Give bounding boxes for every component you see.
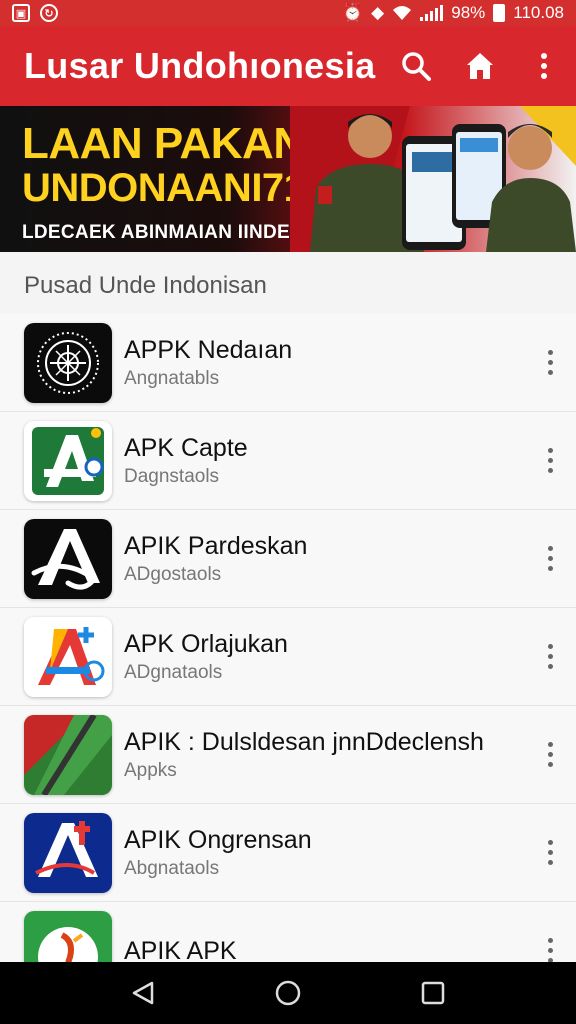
item-menu-button[interactable]	[538, 441, 562, 481]
black-a-icon	[24, 518, 112, 599]
system-nav-bar	[0, 962, 576, 1024]
search-button[interactable]	[384, 34, 448, 98]
battery-icon	[493, 4, 506, 22]
app-name: APIK Pardeskan	[124, 531, 308, 560]
item-menu-button[interactable]	[538, 539, 562, 579]
home-circle-icon	[275, 980, 301, 1006]
seal-icon	[24, 322, 112, 403]
app-name: APIK : Dulsldesan jnnDdeclensh	[124, 727, 484, 756]
item-menu-button[interactable]	[538, 637, 562, 677]
blue-a-icon	[24, 812, 112, 893]
section-title: Pusad Unde Indonisan	[24, 272, 267, 299]
app-subtitle: ADgostaols	[124, 563, 222, 585]
wifi-icon	[393, 6, 412, 20]
recents-icon	[422, 981, 445, 1005]
item-menu-button[interactable]	[538, 735, 562, 775]
app-bar: Lusar Undohıonesia	[0, 26, 576, 106]
item-menu-button[interactable]	[538, 343, 562, 383]
app-name: APK Capte	[124, 433, 248, 462]
banner-illustration	[290, 106, 576, 252]
back-button[interactable]	[118, 968, 168, 1018]
color-a-plus-icon	[24, 616, 112, 697]
list-item[interactable]: APK Orlajukan ADgnataols	[0, 608, 576, 706]
app-subtitle: Angnatabls	[124, 367, 220, 389]
app-subtitle: Abgnataols	[124, 857, 220, 879]
signal-icon	[420, 5, 444, 21]
promo-banner[interactable]: LAAN PAKAN UNDONAANI71A LDECAEK ABINMAIA…	[0, 106, 576, 252]
app-list: APPK Nedaıan Angnatabls APK Capte Dagnst…	[0, 314, 576, 1000]
recents-button[interactable]	[408, 968, 458, 1018]
flag-icon	[24, 714, 112, 795]
battery-percent: 98%	[451, 3, 486, 22]
item-menu-button[interactable]	[538, 833, 562, 873]
status-bar: ▣ ↻ ⏰ ◆ 98% 110.08	[0, 0, 576, 26]
clock: 110.08	[513, 3, 564, 22]
search-icon	[402, 52, 431, 81]
home-button[interactable]	[448, 34, 512, 98]
banner-headline-1: LAAN PAKAN	[22, 119, 305, 168]
list-item[interactable]: APIK Pardeskan ADgostaols	[0, 510, 576, 608]
home-nav-button[interactable]	[263, 968, 313, 1018]
more-vert-icon	[541, 53, 547, 79]
banner-tagline: LDECAEK ABINMAIAN IINDENAN	[22, 222, 333, 243]
app-subtitle: Dagnstaols	[124, 465, 220, 487]
app-subtitle: Appks	[124, 759, 177, 781]
list-item[interactable]: APIK : Dulsldesan jnnDdeclensh Appks	[0, 706, 576, 804]
app-title: Lusar Undohıonesia	[24, 45, 376, 86]
green-a-icon	[24, 420, 112, 501]
app-name: APK Orlajukan	[124, 629, 288, 658]
app-name: APIK Ongrensan	[124, 825, 312, 854]
gallery-notification-icon: ▣	[12, 4, 30, 22]
list-item[interactable]: APPK Nedaıan Angnatabls	[0, 314, 576, 412]
app-name: APPK Nedaıan	[124, 335, 293, 364]
list-item[interactable]: APIK Ongrensan Abgnataols	[0, 804, 576, 902]
back-icon	[132, 981, 153, 1005]
silent-icon: ◆	[371, 3, 385, 22]
alarm-icon: ⏰	[341, 3, 364, 22]
home-icon	[467, 53, 493, 79]
app-subtitle: ADgnataols	[124, 661, 223, 683]
sync-notification-icon: ↻	[40, 4, 58, 22]
banner-headline-2: UNDONAANI71A	[22, 166, 334, 210]
list-item[interactable]: APK Capte Dagnstaols	[0, 412, 576, 510]
more-options-button[interactable]	[512, 34, 576, 98]
